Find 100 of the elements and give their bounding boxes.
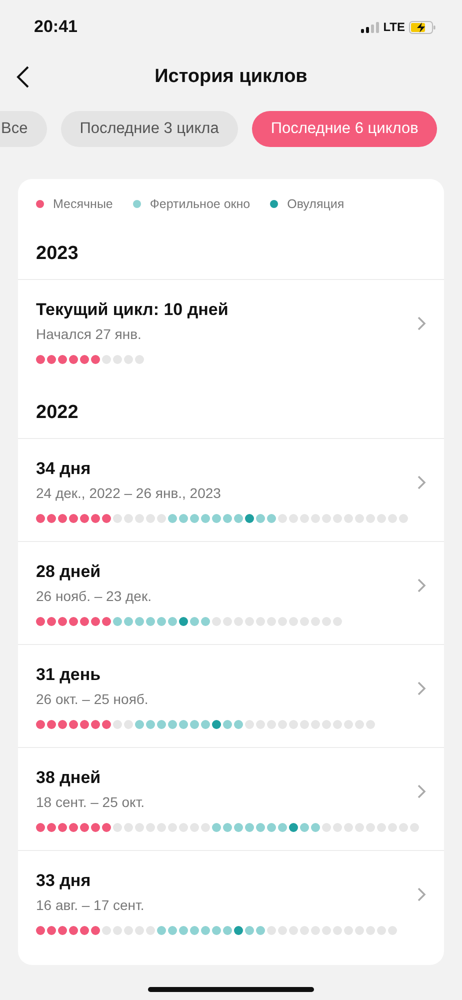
day-dot [300,617,309,626]
day-dot [58,823,67,832]
day-dot [36,355,45,364]
day-dot [91,823,100,832]
day-dot [388,514,397,523]
day-dot [179,617,188,626]
day-dot [168,823,177,832]
cycle-title: Текущий цикл: 10 дней [36,300,230,320]
day-dot [146,617,155,626]
cycle-row[interactable]: 33 дня 16 авг. – 17 сент. [18,850,444,953]
day-dot [333,617,342,626]
day-dot [333,720,342,729]
cycle-row[interactable]: Текущий цикл: 10 дней Начался 27 янв. [18,279,444,382]
cycle-dates: 16 авг. – 17 сент. [36,897,146,913]
day-dot [245,926,254,935]
day-dot [113,720,122,729]
day-dot [245,617,254,626]
day-dot [300,926,309,935]
day-dot [91,720,100,729]
filter-chip[interactable]: Последние 3 цикла [60,111,238,147]
day-dot [212,617,221,626]
day-dot [190,926,199,935]
day-dot [322,720,331,729]
day-dot [124,823,133,832]
day-dot [300,514,309,523]
day-dot [289,514,298,523]
day-dot [47,823,56,832]
day-dot [366,926,375,935]
day-dot [201,720,210,729]
day-dot [333,926,342,935]
filter-chip[interactable]: Все [0,111,47,147]
day-dot [223,617,232,626]
day-dot [377,823,386,832]
day-dot [322,926,331,935]
day-dot [267,926,276,935]
day-dot [91,355,100,364]
day-dot [124,926,133,935]
day-dot [91,617,100,626]
cycle-row[interactable]: 31 день 26 окт. – 25 нояб. [18,644,444,747]
day-dot [69,617,78,626]
cycle-title: 38 дней [36,768,102,788]
day-dot [377,926,386,935]
day-dot [179,823,188,832]
day-dot [201,926,210,935]
cycle-row[interactable]: 28 дней 26 нояб. – 23 дек. [18,541,444,644]
day-dot [168,514,177,523]
day-dot [322,823,331,832]
day-dot [322,617,331,626]
day-dot [190,514,199,523]
day-dot [278,617,287,626]
day-dot [399,823,408,832]
day-dot [201,514,210,523]
legend-label: Фертильное окно [150,197,250,211]
day-dot [135,514,144,523]
day-dot [47,355,56,364]
day-dot [113,514,122,523]
cycle-title: 34 дня [36,459,92,479]
day-dot [157,926,166,935]
day-dot [80,514,89,523]
day-dot [311,823,320,832]
day-dot [344,926,353,935]
day-dot [124,355,133,364]
day-dot [410,823,419,832]
day-dot [234,514,243,523]
day-dot [256,926,265,935]
day-dot [168,926,177,935]
cycle-dates: 26 нояб. – 23 дек. [36,588,152,604]
day-dot [168,617,177,626]
day-dot [91,926,100,935]
cycle-row[interactable]: 38 дней 18 сент. – 25 окт. [18,747,444,850]
day-dot [300,823,309,832]
day-dot [344,823,353,832]
day-dot [223,823,232,832]
day-dot [80,355,89,364]
cycle-dates: 18 сент. – 25 окт. [36,794,146,810]
day-dot [311,514,320,523]
day-dot [267,720,276,729]
year-heading: 2023 [35,242,80,266]
cycle-row[interactable]: 34 дня 24 дек., 2022 – 26 янв., 2023 [18,438,444,541]
chevron-icon [417,316,426,330]
day-dot [146,823,155,832]
day-dot [212,514,221,523]
signal-icon [361,22,380,32]
day-dot [278,926,287,935]
day-dot [124,720,133,729]
day-dot [102,823,111,832]
day-dot [135,823,144,832]
day-dot [80,926,89,935]
day-dot [113,355,122,364]
day-dot [399,514,408,523]
day-dot [179,720,188,729]
day-dot [256,823,265,832]
day-dot [69,355,78,364]
chevron-icon [417,886,426,902]
day-dot [36,514,45,523]
day-dot [289,617,298,626]
day-dot [102,514,111,523]
day-dot [234,823,243,832]
legend-label: Месячные [53,197,113,211]
day-dot [366,514,375,523]
